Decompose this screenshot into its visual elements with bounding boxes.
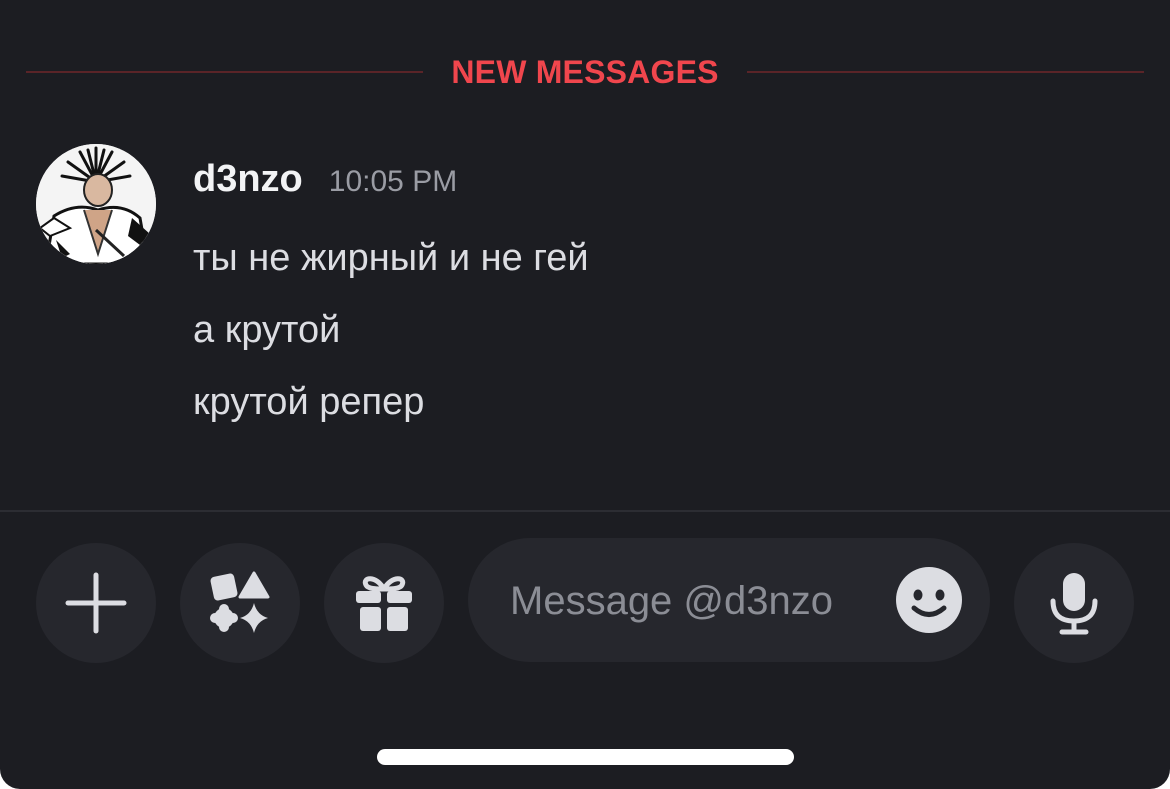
apps-icon bbox=[210, 571, 270, 633]
username[interactable]: d3nzo bbox=[193, 158, 303, 201]
message-input-container[interactable] bbox=[468, 538, 990, 662]
timestamp: 10:05 PM bbox=[328, 165, 458, 198]
composer-divider bbox=[0, 510, 1170, 512]
message-line[interactable]: ты не жирный и не гей bbox=[193, 222, 589, 294]
home-indicator[interactable] bbox=[377, 749, 794, 765]
microphone-icon bbox=[1050, 573, 1098, 635]
gift-icon bbox=[356, 576, 412, 631]
plus-icon bbox=[65, 572, 127, 634]
gift-button[interactable] bbox=[324, 543, 444, 663]
message-input[interactable] bbox=[508, 568, 892, 634]
message-line[interactable]: крутой репер bbox=[193, 366, 589, 438]
divider-line-right bbox=[746, 71, 1145, 73]
avatar-image bbox=[36, 144, 156, 264]
emoji-icon bbox=[896, 567, 962, 633]
emoji-button[interactable] bbox=[896, 567, 962, 633]
avatar[interactable] bbox=[36, 144, 156, 264]
apps-button[interactable] bbox=[180, 543, 300, 663]
divider-line-left bbox=[26, 71, 424, 73]
new-messages-label: NEW MESSAGES bbox=[451, 53, 719, 90]
message-line[interactable]: а крутой bbox=[193, 294, 589, 366]
voice-message-button[interactable] bbox=[1014, 543, 1134, 663]
chat-screen: NEW MESSAGES d3nzo 10:05 PM ты не жирный… bbox=[0, 0, 1170, 789]
add-attachment-button[interactable] bbox=[36, 543, 156, 663]
new-messages-divider: NEW MESSAGES bbox=[26, 48, 1145, 96]
message-header: d3nzo 10:05 PM bbox=[193, 158, 457, 201]
message-content: ты не жирный и не гей а крутой крутой ре… bbox=[193, 222, 589, 438]
